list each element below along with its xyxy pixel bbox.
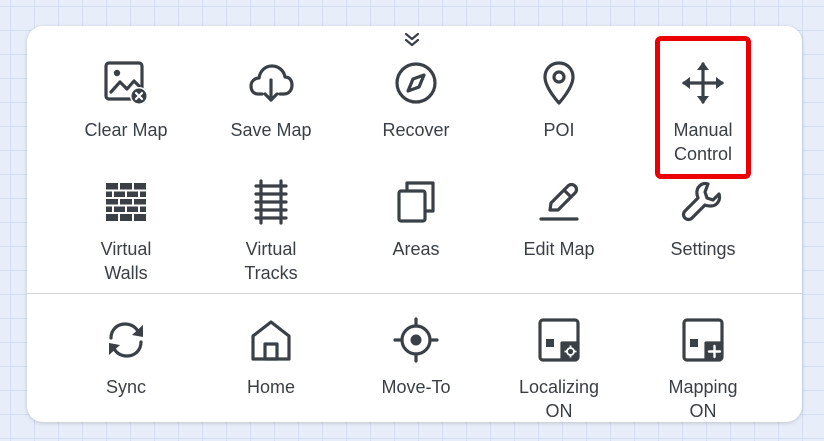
virtual-walls-button[interactable]: Virtual Walls	[66, 179, 186, 289]
clear-map-label: Clear Map	[84, 120, 168, 140]
section-divider	[27, 293, 802, 294]
areas-label: Areas	[392, 239, 440, 259]
sync-button[interactable]: Sync	[66, 317, 186, 427]
settings-label: Settings	[670, 239, 736, 259]
location-pin-icon	[536, 60, 582, 106]
crosshair-icon	[393, 317, 439, 363]
save-map-label: Save Map	[230, 120, 312, 140]
wrench-icon	[680, 179, 726, 225]
move-to-button[interactable]: Move-To	[356, 317, 476, 427]
mapping-add-icon	[680, 317, 726, 363]
areas-button[interactable]: Areas	[356, 179, 476, 289]
pencil-icon	[536, 179, 582, 225]
localizing-toggle[interactable]: Localizing ON	[499, 317, 619, 427]
edit-map-button[interactable]: Edit Map	[499, 179, 619, 289]
track-icon	[248, 179, 294, 225]
virtual-walls-label: Virtual Walls	[100, 239, 152, 283]
mapping-label: Mapping ON	[668, 377, 738, 421]
edit-map-label: Edit Map	[523, 239, 595, 259]
mapping-toggle[interactable]: Mapping ON	[643, 317, 763, 427]
sync-label: Sync	[105, 377, 147, 397]
brick-wall-icon	[103, 179, 149, 225]
home-button[interactable]: Home	[211, 317, 331, 427]
recover-label: Recover	[382, 120, 450, 140]
settings-button[interactable]: Settings	[643, 179, 763, 289]
virtual-tracks-button[interactable]: Virtual Tracks	[211, 179, 331, 289]
home-label: Home	[246, 377, 295, 397]
clear-map-icon	[103, 60, 149, 106]
poi-label: POI	[543, 120, 575, 140]
cloud-download-icon	[248, 60, 294, 106]
localizing-map-icon	[536, 317, 582, 363]
recover-button[interactable]: Recover	[356, 60, 476, 170]
clear-map-button[interactable]: Clear Map	[66, 60, 186, 170]
virtual-tracks-label: Virtual Tracks	[244, 239, 298, 283]
poi-button[interactable]: POI	[499, 60, 619, 170]
save-map-button[interactable]: Save Map	[211, 60, 331, 170]
localizing-label: Localizing ON	[518, 377, 600, 421]
home-icon	[248, 317, 294, 363]
move-to-label: Move-To	[381, 377, 451, 397]
sync-icon	[103, 317, 149, 363]
stacked-squares-icon	[393, 179, 439, 225]
manual-control-highlight-box	[655, 36, 751, 179]
collapse-chevron-icon[interactable]	[402, 33, 422, 47]
compass-icon	[393, 60, 439, 106]
